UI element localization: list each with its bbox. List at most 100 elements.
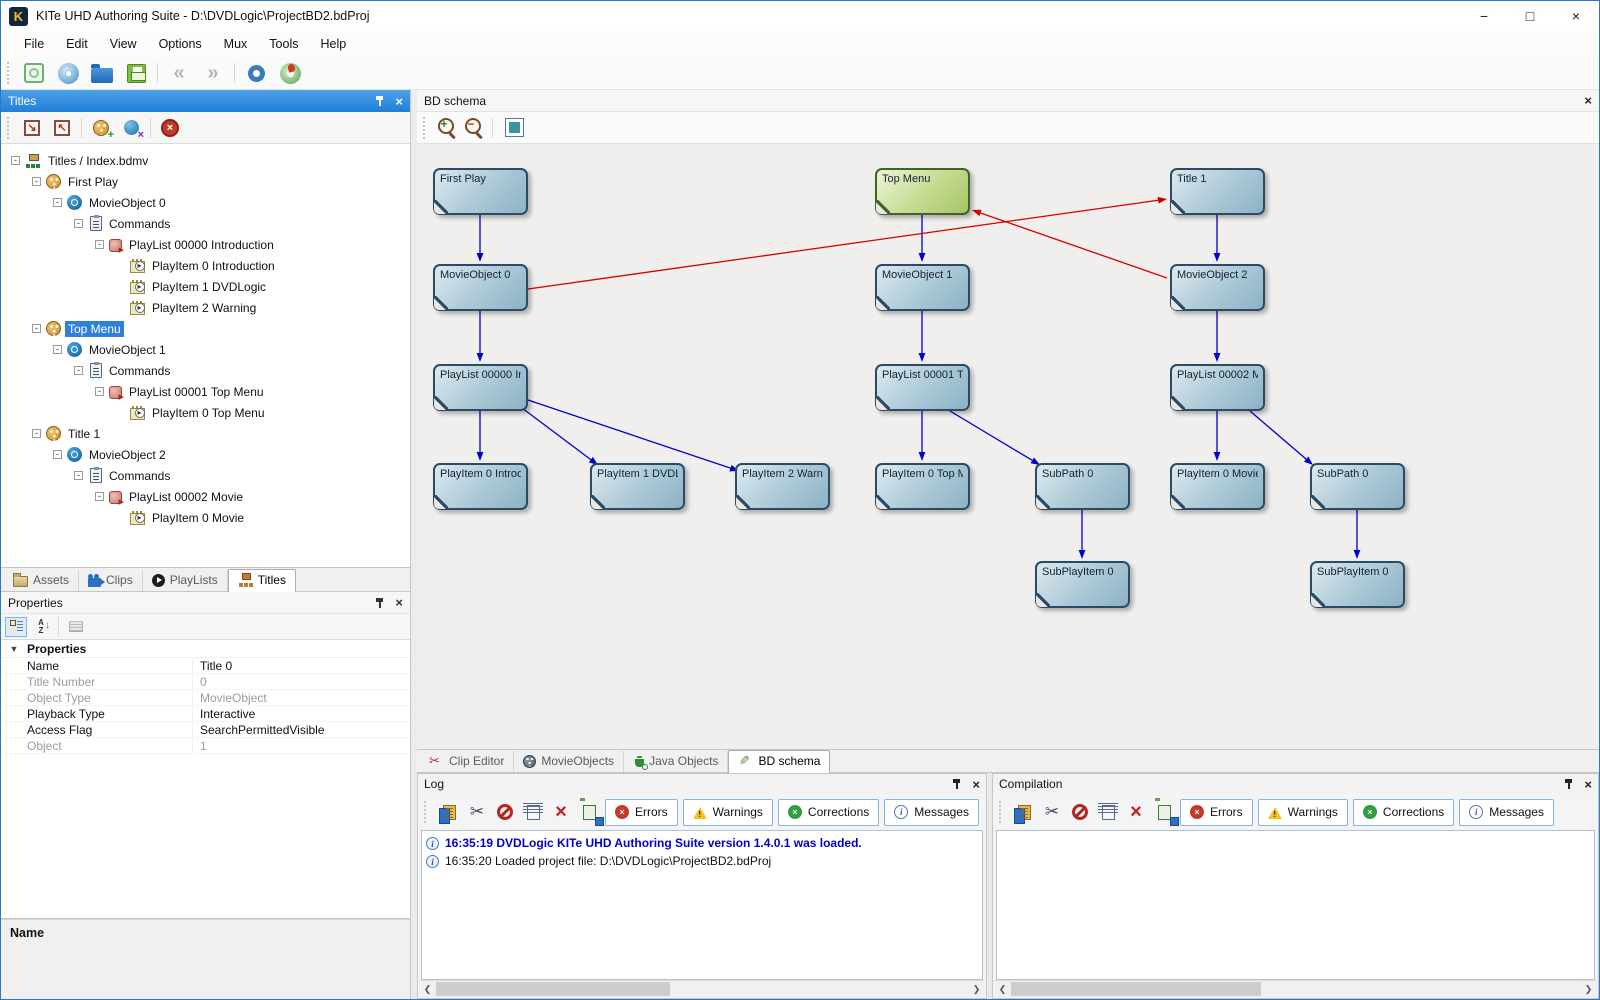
filter-messages-button[interactable]: Messages [884,799,979,826]
menu-view[interactable]: View [99,33,148,55]
filter-warnings-button[interactable]: Warnings [1258,799,1348,826]
schema-node[interactable]: PlayList 00001 Top Me [875,364,970,411]
tree-item[interactable]: -Top Menu [1,318,410,339]
open-disc-icon[interactable] [52,59,84,87]
tree-item[interactable]: -MovieObject 2 [1,444,410,465]
categorized-view-icon[interactable] [5,617,27,637]
tab-java-objects[interactable]: Java Objects [624,751,728,772]
close-panel-icon[interactable]: × [395,95,403,108]
tab-clips[interactable]: Clips [79,570,143,591]
tree-expander-icon[interactable]: - [11,156,20,165]
clear-icon[interactable] [549,800,573,824]
menu-help[interactable]: Help [309,33,357,55]
schema-node[interactable]: SubPath 0 [1035,463,1130,510]
menu-options[interactable]: Options [148,33,213,55]
cut-icon[interactable] [465,800,489,824]
save-list-icon[interactable] [1152,800,1176,824]
scrollbar-thumb[interactable] [436,982,670,996]
block-icon[interactable] [493,800,517,824]
property-row[interactable]: NameTitle 0 [1,658,410,674]
schema-node[interactable]: MovieObject 2 [1170,264,1265,311]
tree-item[interactable]: -Title 1 [1,423,410,444]
property-row[interactable]: Title Number0 [1,674,410,690]
select-lines-icon[interactable] [521,800,545,824]
tree-item[interactable]: -Commands [1,213,410,234]
copy-icon[interactable] [437,800,461,824]
tree-expander-icon[interactable]: - [53,345,62,354]
bd-schema-close-icon[interactable]: × [1584,94,1592,107]
schema-node[interactable]: SubPlayItem 0 [1310,561,1405,608]
tab-clip-editor[interactable]: Clip Editor [420,751,514,772]
tree-item[interactable]: PlayItem 0 Top Menu [1,402,410,423]
menu-edit[interactable]: Edit [55,33,99,55]
undo-icon[interactable]: « [163,59,195,87]
tree-item[interactable]: -MovieObject 0 [1,192,410,213]
compilation-horizontal-scrollbar[interactable]: ❮ ❯ [994,980,1597,997]
zoom-out-icon[interactable]: − [462,116,486,140]
tab-bd-schema[interactable]: BD schema [728,750,830,773]
tree-expander-icon[interactable]: - [32,324,41,333]
tree-expander-icon[interactable]: - [74,219,83,228]
schema-node[interactable]: MovieObject 1 [875,264,970,311]
tab-playlists[interactable]: PlayLists [143,570,228,591]
copy-icon[interactable] [1012,800,1036,824]
scrollbar-thumb[interactable] [1011,982,1261,996]
pin-icon[interactable] [1563,778,1574,790]
move-out-icon[interactable] [48,115,76,141]
select-lines-icon[interactable] [1096,800,1120,824]
clear-icon[interactable] [1124,800,1148,824]
scrollbar-track[interactable] [436,981,968,997]
pin-icon[interactable] [951,778,962,790]
schema-node[interactable]: PlayList 00000 Introduc [433,364,528,411]
schema-node[interactable]: PlayItem 1 DVDLogic [590,463,685,510]
cut-icon[interactable] [1040,800,1064,824]
tree-item[interactable]: -Titles / Index.bdmv [1,150,410,171]
alphabetical-sort-icon[interactable]: AZ [30,617,52,637]
filter-errors-button[interactable]: Errors [1180,799,1253,826]
tree-item[interactable]: PlayItem 1 DVDLogic [1,276,410,297]
tree-item[interactable]: -PlayList 00001 Top Menu [1,381,410,402]
scroll-right-icon[interactable]: ❯ [968,981,985,997]
maximize-button[interactable]: □ [1507,1,1553,31]
close-panel-icon[interactable]: × [972,778,980,791]
properties-category-row[interactable]: ▼ Properties [1,640,410,658]
tree-expander-icon[interactable]: - [53,198,62,207]
tab-assets[interactable]: Assets [4,570,79,591]
tree-expander-icon[interactable]: - [95,240,104,249]
tab-movieobjects[interactable]: MovieObjects [514,751,624,772]
property-row[interactable]: Object TypeMovieObject [1,690,410,706]
schema-node[interactable]: PlayItem 2 Warning [735,463,830,510]
property-row[interactable]: Object1 [1,738,410,754]
tree-item[interactable]: -First Play [1,171,410,192]
pin-icon[interactable] [374,597,385,609]
filter-messages-button[interactable]: Messages [1459,799,1554,826]
schema-node[interactable]: SubPlayItem 0 [1035,561,1130,608]
tree-expander-icon[interactable]: - [74,366,83,375]
minimize-button[interactable]: − [1461,1,1507,31]
tree-expander-icon[interactable]: - [53,450,62,459]
scrollbar-track[interactable] [1011,981,1580,997]
zoom-in-icon[interactable]: + [435,116,459,140]
tree-item[interactable]: -PlayList 00000 Introduction [1,234,410,255]
tree-item[interactable]: PlayItem 2 Warning [1,297,410,318]
schema-node[interactable]: Top Menu [875,168,970,215]
menu-file[interactable]: File [13,33,55,55]
scroll-left-icon[interactable]: ❮ [419,981,436,997]
close-button[interactable]: × [1553,1,1599,31]
tree-expander-icon[interactable]: - [32,429,41,438]
scroll-left-icon[interactable]: ❮ [994,981,1011,997]
tree-item[interactable]: -PlayList 00002 Movie [1,486,410,507]
block-icon[interactable] [1068,800,1092,824]
settings-gears-icon[interactable] [240,59,272,87]
close-panel-icon[interactable]: × [1584,778,1592,791]
scroll-right-icon[interactable]: ❯ [1580,981,1597,997]
schema-node[interactable]: PlayItem 0 Top Menu [875,463,970,510]
property-row[interactable]: Access FlagSearchPermittedVisible [1,722,410,738]
tree-expander-icon[interactable]: - [74,471,83,480]
tree-item[interactable]: PlayItem 0 Movie [1,507,410,528]
menu-tools[interactable]: Tools [258,33,309,55]
log-horizontal-scrollbar[interactable]: ❮ ❯ [419,980,985,997]
filter-corrections-button[interactable]: Corrections [1353,799,1454,826]
tree-item[interactable]: -Commands [1,360,410,381]
tab-titles[interactable]: Titles [228,569,296,592]
